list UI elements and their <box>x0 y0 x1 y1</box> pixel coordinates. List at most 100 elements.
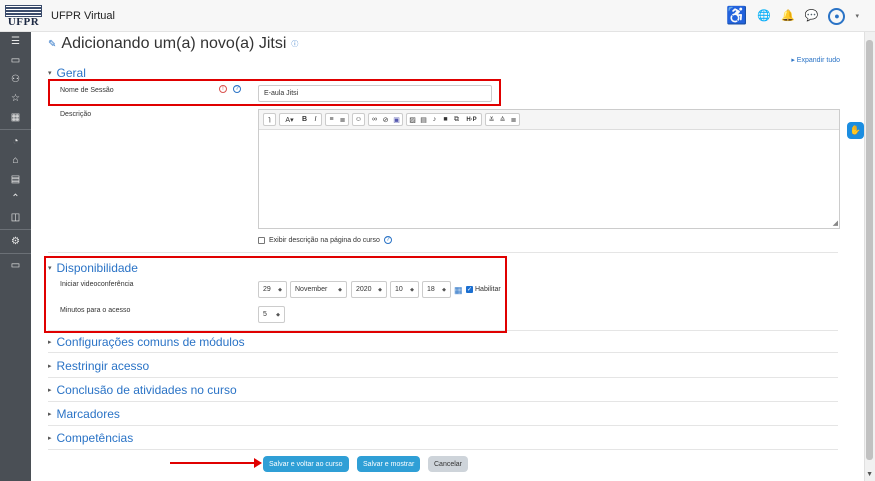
toolbar-group-3: ≡ ≣ <box>325 113 349 126</box>
unlink-icon[interactable]: ⊘ <box>380 114 391 125</box>
sidebar-divider <box>0 129 31 130</box>
teams-icon[interactable]: ▣ <box>391 114 402 125</box>
section-geral-title: Geral <box>56 66 86 80</box>
redo-icon[interactable]: ≙ <box>497 114 508 125</box>
save-show-button[interactable]: Salvar e mostrar <box>357 456 421 472</box>
accessibility-icon[interactable]: ♿ <box>726 7 747 25</box>
toolbar-group-4: ☺ <box>352 113 365 126</box>
content-bank-icon[interactable]: ◫ <box>0 208 31 227</box>
section-tags[interactable]: ▸ Marcadores <box>48 407 120 421</box>
site-name[interactable]: UFPR Virtual <box>51 10 115 22</box>
ordered-list-icon[interactable]: ≣ <box>337 114 348 125</box>
user-menu-chevron-icon[interactable]: ▾ <box>855 12 859 20</box>
sidebar-divider-2 <box>0 229 31 230</box>
toolbar-group-7: ≚ ≙ ≣ <box>485 113 520 126</box>
link-icon[interactable]: ∞ <box>369 114 380 125</box>
expand-all-link[interactable]: ▸ Expandir tudo <box>791 56 840 64</box>
scrollbar-thumb[interactable] <box>866 40 873 460</box>
logo-text: UFPR <box>7 16 40 28</box>
font-color-icon[interactable]: A▾ <box>280 114 299 125</box>
toolbar-group-6: ▨ ▤ ♪ ■ ⧉ H·P <box>406 113 482 126</box>
scroll-down-arrow-icon[interactable]: ▼ <box>866 471 873 478</box>
emoji-icon[interactable]: ☺ <box>353 114 364 125</box>
manage-files-icon[interactable]: ⧉ <box>451 114 462 125</box>
accessibility-checker-icon[interactable]: ≣ <box>508 114 519 125</box>
chevron-right-icon: ▸ <box>48 387 52 394</box>
page-title-text: Adicionando um(a) novo(a) Jitsi <box>61 35 287 52</box>
page-title: ✎ Adicionando um(a) novo(a) Jitsi ⓘ <box>48 35 298 53</box>
chevron-right-icon: ▸ <box>48 363 52 370</box>
dashboard-gauge-icon[interactable]: ◔ <box>0 132 31 151</box>
home-icon[interactable]: ⌂ <box>0 151 31 170</box>
toolbar-group-1: ɿ <box>263 113 276 126</box>
jitsi-module-icon: ✎ <box>48 38 57 50</box>
left-sidebar: ☰ ▭ ⚇ ☆ ▦ ◔ ⌂ ▤ ⌃ ◫ ⚙ ▭ <box>0 32 31 481</box>
graduation-cap-icon[interactable]: ⌃ <box>0 189 31 208</box>
bold-icon[interactable]: B <box>299 114 310 125</box>
editor-toolbar: ɿ A▾ B I ≡ ≣ ☺ ∞ ⊘ ▣ ▨ ▤ ♪ ■ ⧉ H·P ≚ ≙ ≣ <box>259 110 839 130</box>
toolbar-group-2: A▾ B I <box>279 113 322 126</box>
menu-toggle-icon[interactable]: ☰ <box>0 32 31 51</box>
folder-icon[interactable]: ▭ <box>0 51 31 70</box>
settings-gear-icon[interactable]: ⚙ <box>0 232 31 251</box>
floating-accessibility-button[interactable]: ✋ <box>847 122 864 139</box>
chevron-right-icon: ▸ <box>48 435 52 442</box>
record-audio-icon[interactable]: ♪ <box>429 114 440 125</box>
h5p-icon[interactable]: H·P <box>462 114 481 125</box>
record-video-icon[interactable]: ■ <box>440 114 451 125</box>
show-description-checkbox[interactable] <box>258 236 265 244</box>
participants-icon[interactable]: ⚇ <box>0 70 31 89</box>
description-label: Descrição <box>60 111 92 118</box>
resize-handle-icon[interactable]: ◢ <box>833 219 838 227</box>
language-globe-icon[interactable]: 🌐 <box>757 7 771 25</box>
section-title: Conclusão de atividades no curso <box>56 383 237 397</box>
grades-table-icon[interactable]: ▦ <box>0 108 31 127</box>
annotation-highlight-session-name <box>48 79 501 106</box>
section-divider <box>48 252 838 253</box>
description-editor[interactable]: ɿ A▾ B I ≡ ≣ ☺ ∞ ⊘ ▣ ▨ ▤ ♪ ■ ⧉ H·P ≚ ≙ ≣… <box>258 109 840 229</box>
top-navbar: UFPR UFPR Virtual ♿ 🌐 🔔 💬 ● ▾ <box>0 0 875 32</box>
section-divider <box>48 401 838 402</box>
save-return-button[interactable]: Salvar e voltar ao curso <box>263 456 349 472</box>
cancel-button[interactable]: Cancelar <box>428 456 469 472</box>
image-icon[interactable]: ▨ <box>407 114 418 125</box>
editor-text-area[interactable]: ◢ <box>259 130 839 228</box>
chevron-down-icon: ▾ <box>48 70 52 77</box>
section-divider <box>48 449 838 450</box>
section-restrict-access[interactable]: ▸ Restringir acesso <box>48 359 149 373</box>
ufpr-logo[interactable]: UFPR <box>5 5 42 28</box>
section-divider <box>48 352 838 353</box>
main-content: ✎ Adicionando um(a) novo(a) Jitsi ⓘ ▸ Ex… <box>38 32 846 481</box>
annotation-arrow-head <box>254 458 262 468</box>
show-description-help-icon[interactable]: ? <box>383 236 392 244</box>
section-divider <box>48 425 838 426</box>
section-title: Configurações comuns de módulos <box>56 335 245 349</box>
chevron-right-icon: ▸ <box>48 411 52 418</box>
unordered-list-icon[interactable]: ≡ <box>326 114 337 125</box>
show-description-label: Exibir descrição na página do curso <box>269 236 380 244</box>
star-icon[interactable]: ☆ <box>0 89 31 108</box>
top-icons: ♿ 🌐 🔔 💬 ● ▾ <box>726 7 859 25</box>
section-common-module-settings[interactable]: ▸ Configurações comuns de módulos <box>48 335 245 349</box>
messages-icon[interactable]: 💬 <box>805 7 819 25</box>
expand-all-label: Expandir tudo <box>796 57 840 64</box>
sidebar-divider-3 <box>0 253 31 254</box>
section-title: Marcadores <box>56 407 120 421</box>
annotation-highlight-availability <box>44 256 507 333</box>
annotation-arrow-line <box>170 462 256 464</box>
section-activity-completion[interactable]: ▸ Conclusão de atividades no curso <box>48 383 237 397</box>
calendar-icon[interactable]: ▤ <box>0 170 31 189</box>
undo-icon[interactable]: ≚ <box>486 114 497 125</box>
section-title: Restringir acesso <box>56 359 150 373</box>
section-competencies[interactable]: ▸ Competências <box>48 431 133 445</box>
chevron-right-icon: ▸ <box>48 339 52 346</box>
paragraph-icon[interactable]: ɿ <box>264 114 275 125</box>
notifications-bell-icon[interactable]: 🔔 <box>781 7 795 25</box>
help-icon[interactable]: ⓘ <box>291 39 298 49</box>
italic-icon[interactable]: I <box>310 114 321 125</box>
section-geral[interactable]: ▾ Geral <box>48 66 86 80</box>
media-icon[interactable]: ▤ <box>418 114 429 125</box>
folder-2-icon[interactable]: ▭ <box>0 256 31 275</box>
user-avatar-icon[interactable]: ● <box>828 7 846 25</box>
show-description-checkbox-row[interactable]: Exibir descrição na página do curso ? <box>258 236 392 244</box>
